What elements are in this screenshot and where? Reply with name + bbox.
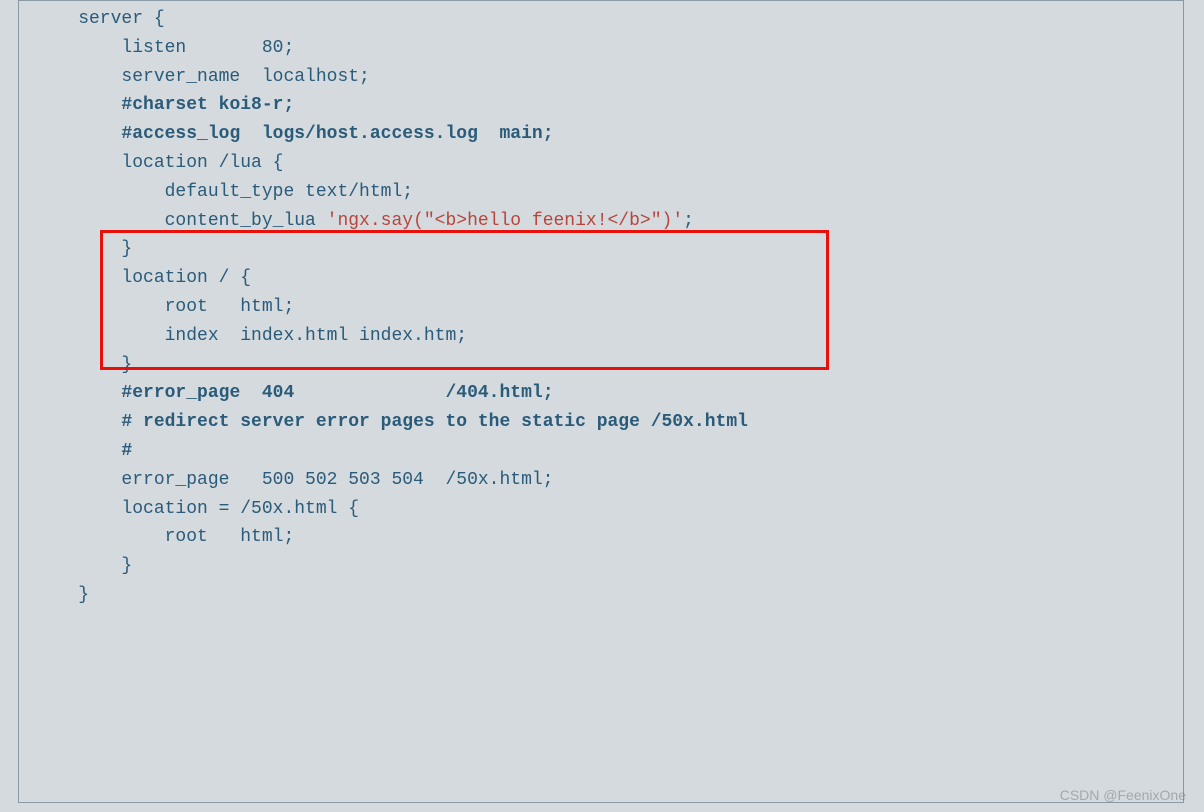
code-line: } — [19, 552, 1183, 581]
code-line: #error_page 404 /404.html; — [19, 379, 1183, 408]
code-line: root html; — [19, 523, 1183, 552]
code-line: #access_log logs/host.access.log main; — [19, 120, 1183, 149]
comment-text: #access_log logs/host.access.log main; — [121, 124, 553, 144]
code-line: } — [19, 235, 1183, 264]
comment-text: #error_page 404 /404.html; — [121, 383, 553, 403]
code-line: listen 80; — [19, 34, 1183, 63]
code-line: location /lua { — [19, 149, 1183, 178]
code-line: default_type text/html; — [19, 178, 1183, 207]
code-line: location = /50x.html { — [19, 495, 1183, 524]
code-line: content_by_lua 'ngx.say("<b>hello feenix… — [19, 207, 1183, 236]
comment-text: #charset koi8-r; — [121, 95, 294, 115]
code-line: error_page 500 502 503 504 /50x.html; — [19, 466, 1183, 495]
code-block: server { listen 80; server_name localhos… — [18, 0, 1184, 803]
code-line: # redirect server error pages to the sta… — [19, 408, 1183, 437]
watermark-text: CSDN @FeenixOne — [1060, 784, 1186, 806]
code-line: server_name localhost; — [19, 63, 1183, 92]
code-line: # — [19, 437, 1183, 466]
code-line: #charset koi8-r; — [19, 91, 1183, 120]
code-line: } — [19, 581, 1183, 610]
string-literal: 'ngx.say("<b>hello feenix!</b>")' — [327, 211, 683, 231]
code-line: location / { — [19, 264, 1183, 293]
comment-text: # redirect server error pages to the sta… — [121, 412, 748, 432]
code-line: index index.html index.htm; — [19, 322, 1183, 351]
code-line: } — [19, 351, 1183, 380]
code-line: server { — [19, 5, 1183, 34]
comment-text: # — [121, 441, 132, 461]
code-line: root html; — [19, 293, 1183, 322]
